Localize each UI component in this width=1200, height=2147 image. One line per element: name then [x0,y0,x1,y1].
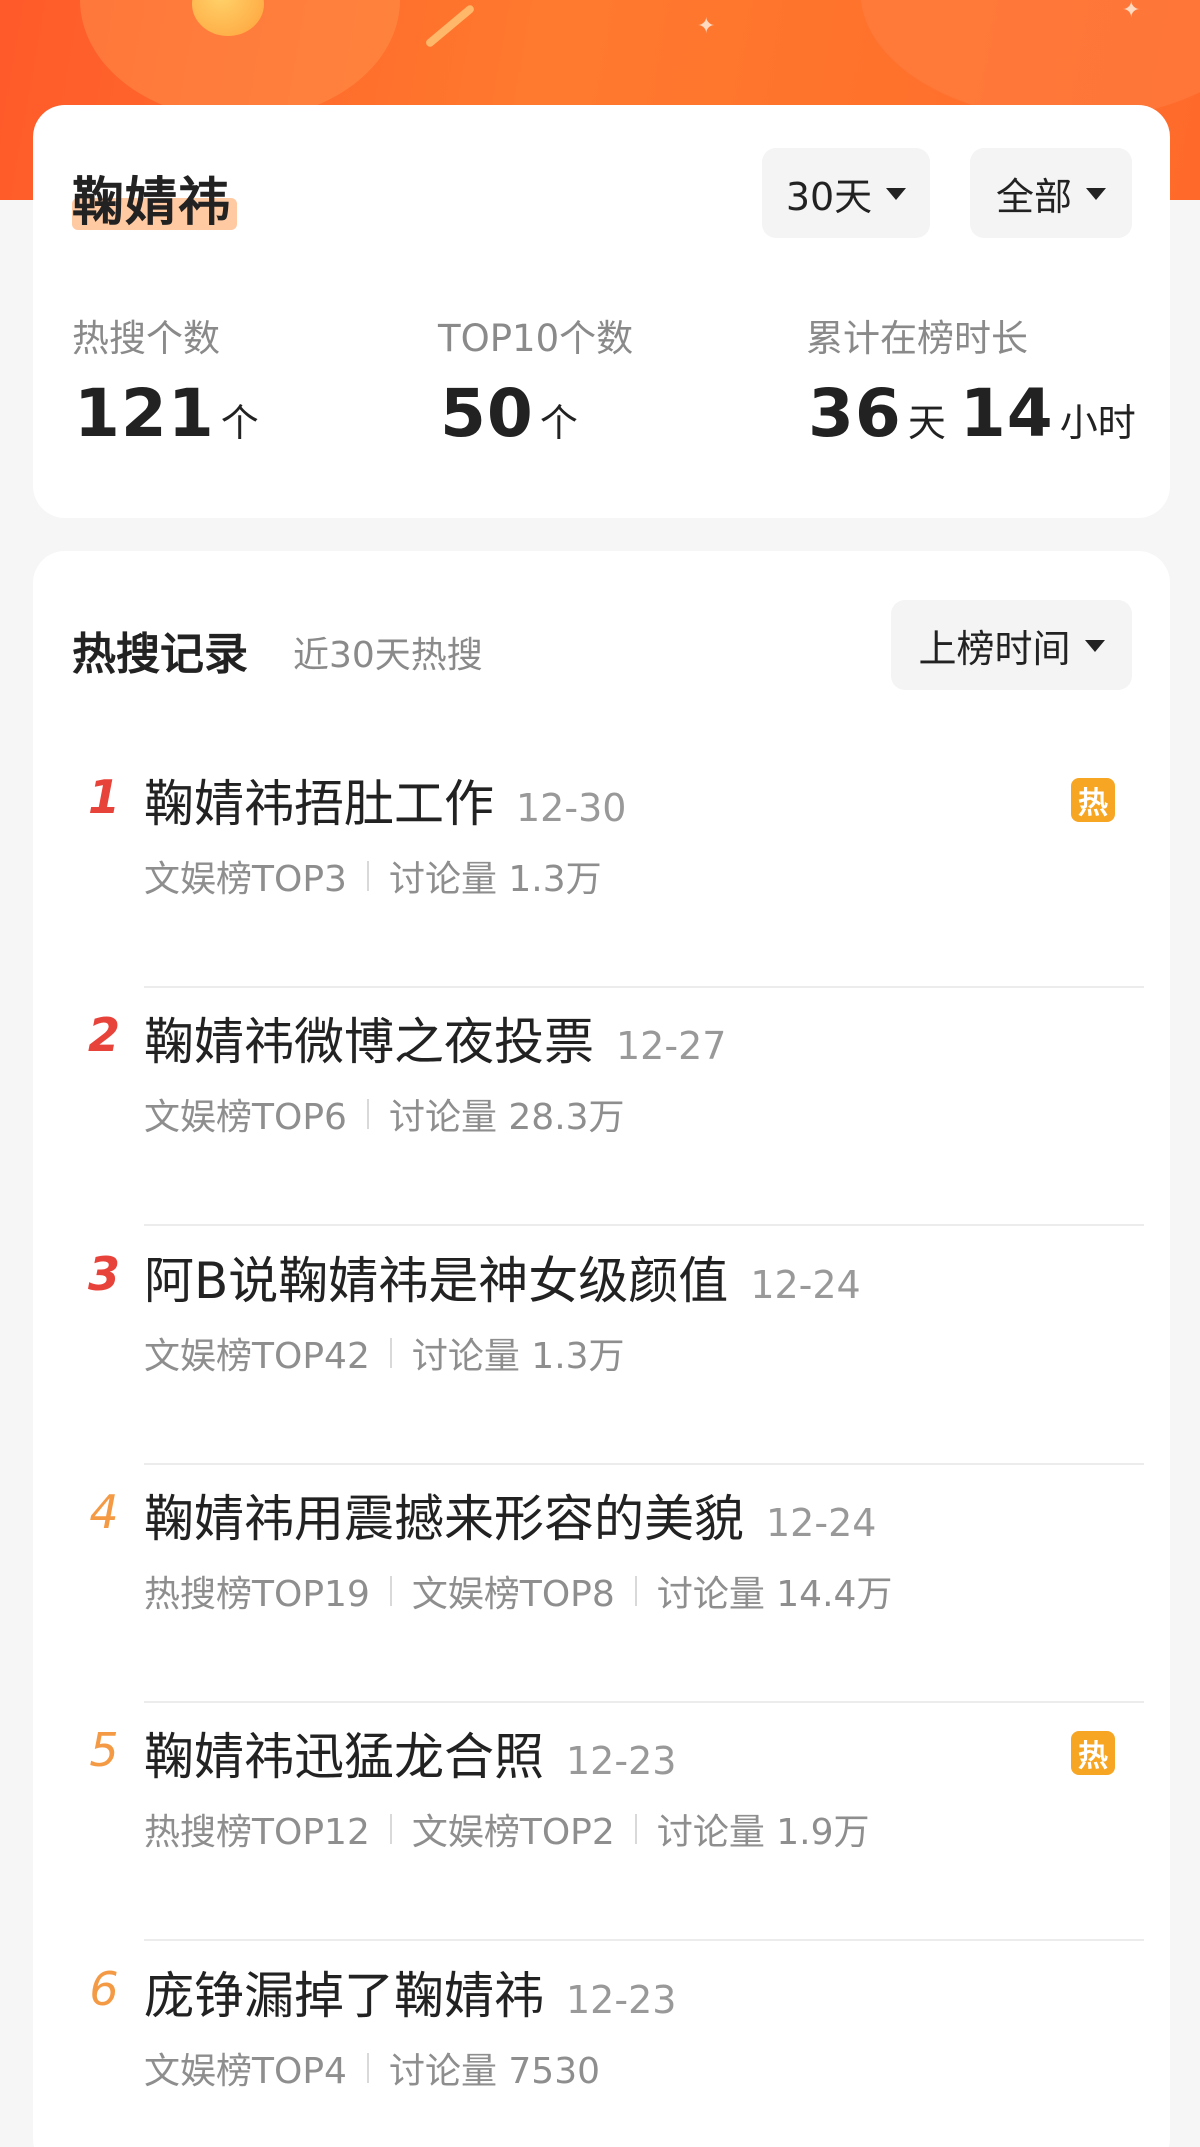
stat-unit-hours: 小时 [1059,401,1136,445]
caret-down-icon [886,188,907,200]
stat-number-days: 36 [808,375,902,452]
record-title[interactable]: 鞠婧祎用震撼来形容的美貌 12-24 [144,1479,876,1551]
row-divider [144,1939,1144,1941]
record-meta: 文娱榜TOP6 讨论量 28.3万 [144,1088,625,1140]
record-date: 12-23 [566,1739,677,1783]
stat-label-duration: 累计在榜时长 [806,317,1028,360]
page: ✦ ✦ 鞠婧祎 30天 全部 热搜个数 121 个 TOP10个数 50 个 累… [0,0,1200,2147]
record-meta-item: 文娱榜TOP8 [411,1574,615,1615]
meta-separator [634,1576,637,1606]
meta-separator [389,1576,392,1606]
stat-unit-days: 天 [907,401,946,445]
record-title-text: 庞铮漏掉了鞠婧祎 [144,1967,544,2025]
caret-down-icon [1086,188,1106,200]
period-dropdown-label: 30天 [785,174,873,219]
record-meta-item: 热搜榜TOP12 [144,1812,370,1853]
stat-number-hours: 14 [959,375,1054,452]
record-meta-item: 讨论量 14.4万 [656,1574,893,1615]
row-divider [144,1224,1144,1226]
record-rank: 2 [87,1008,120,1062]
record-rank: 4 [89,1485,119,1539]
person-name: 鞠婧祎 [72,173,232,233]
meta-separator [366,2053,369,2083]
banner-decoration [860,0,1200,120]
record-meta-item: 文娱榜TOP6 [144,1097,347,1138]
records-title: 热搜记录 [72,629,248,680]
hot-badge-icon: 热 [1071,1731,1115,1775]
record-row[interactable]: 4 鞠婧祎用震撼来形容的美貌 12-24 热搜榜TOP19 文娱榜TOP8 讨论量 14.… [72,1465,1145,1703]
stat-unit: 个 [539,401,578,445]
record-meta-item: 文娱榜TOP2 [411,1812,615,1853]
period-dropdown[interactable]: 30天 [762,148,930,238]
record-title[interactable]: 鞠婧祎捂肚工作 12-30 [144,764,626,836]
record-title-text: 鞠婧祎捂肚工作 [144,775,494,833]
record-title-text: 阿B说鞠婧祎是神女级颜值 [144,1252,729,1310]
record-date: 12-24 [766,1501,877,1545]
record-date: 12-23 [566,1978,677,2022]
stat-label-hot-count: 热搜个数 [72,317,220,360]
record-meta: 文娱榜TOP3 讨论量 1.3万 [144,850,602,902]
banner-streak-decoration [424,3,476,49]
record-rank: 6 [89,1962,119,2016]
record-title[interactable]: 庞铮漏掉了鞠婧祎 12-23 [144,1956,676,2028]
record-meta-item: 热搜榜TOP19 [144,1574,370,1615]
meta-separator [366,861,369,891]
record-meta-item: 文娱榜TOP4 [144,2051,347,2092]
stat-value-top10-count: 50 个 [440,375,592,452]
record-row[interactable]: 1 鞠婧祎捂肚工作 12-30 文娱榜TOP3 讨论量 1.3万 热 [72,750,1145,988]
caret-down-icon [1084,640,1105,652]
sort-dropdown-label: 上榜时间 [918,626,1071,671]
stat-label-top10-count: TOP10个数 [438,317,634,360]
record-title-text: 鞠婧祎迅猛龙合照 [144,1728,544,1786]
sparkle-icon: ✦ [1122,0,1141,23]
stat-number: 121 [74,375,215,452]
record-date: 12-24 [750,1263,861,1307]
meta-separator [389,1338,392,1368]
record-meta-item: 文娱榜TOP3 [144,859,347,900]
record-title-text: 鞠婧祎微博之夜投票 [144,1013,594,1071]
meta-separator [634,1814,637,1844]
scope-dropdown-label: 全部 [995,174,1072,219]
record-title[interactable]: 鞠婧祎迅猛龙合照 12-23 [144,1717,676,1789]
record-rank: 1 [87,770,120,824]
hot-badge-icon: 热 [1071,778,1115,822]
record-title[interactable]: 阿B说鞠婧祎是神女级颜值 12-24 [144,1241,861,1313]
record-rank: 3 [87,1247,120,1301]
record-meta-item: 讨论量 1.3万 [411,1336,625,1377]
stat-number: 50 [440,375,534,452]
record-meta-item: 讨论量 1.9万 [656,1812,870,1853]
record-meta: 文娱榜TOP42 讨论量 1.3万 [144,1327,625,1379]
stat-value-hot-count: 121 个 [74,375,273,452]
meta-separator [389,1814,392,1844]
records-subtitle: 近30天热搜 [293,635,483,676]
record-row[interactable]: 5 鞠婧祎迅猛龙合照 12-23 热搜榜TOP12 文娱榜TOP2 讨论量 1.9万 热 [72,1703,1145,1941]
meta-separator [366,1099,369,1129]
record-meta: 热搜榜TOP12 文娱榜TOP2 讨论量 1.9万 [144,1803,870,1855]
sparkle-icon: ✦ [697,14,716,39]
stat-value-duration: 36 天 14 小时 [808,375,1150,452]
record-title-text: 鞠婧祎用震撼来形容的美貌 [144,1490,744,1548]
record-meta-item: 讨论量 1.3万 [388,859,602,900]
record-meta-item: 讨论量 7530 [388,2051,601,2092]
record-date: 12-27 [616,1024,727,1068]
sort-dropdown[interactable]: 上榜时间 [891,600,1132,690]
record-title[interactable]: 鞠婧祎微博之夜投票 12-27 [144,1002,726,1074]
record-date: 12-30 [516,786,627,830]
record-row[interactable]: 6 庞铮漏掉了鞠婧祎 12-23 文娱榜TOP4 讨论量 7530 [72,1942,1145,2147]
record-meta-item: 讨论量 28.3万 [388,1097,625,1138]
record-row[interactable]: 2 鞠婧祎微博之夜投票 12-27 文娱榜TOP6 讨论量 28.3万 [72,988,1145,1226]
record-row[interactable]: 3 阿B说鞠婧祎是神女级颜值 12-24 文娱榜TOP42 讨论量 1.3万 [72,1227,1145,1465]
record-meta-item: 文娱榜TOP42 [144,1336,370,1377]
record-rank: 5 [89,1723,119,1777]
scope-dropdown[interactable]: 全部 [970,148,1132,238]
record-meta: 文娱榜TOP4 讨论量 7530 [144,2042,600,2094]
stat-unit: 个 [220,401,259,445]
record-meta: 热搜榜TOP19 文娱榜TOP8 讨论量 14.4万 [144,1565,892,1617]
